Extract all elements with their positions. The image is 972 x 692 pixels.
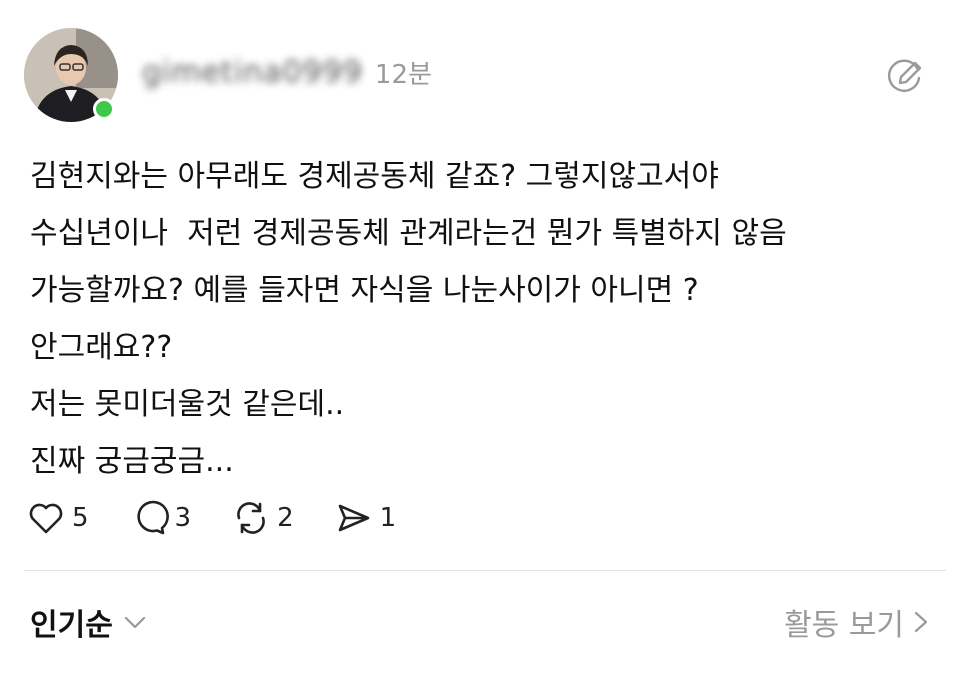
- activity-label: 활동 보기: [784, 608, 904, 643]
- post-text-line: 저는 못미더울것 같은데..: [30, 387, 345, 422]
- repost-icon: [237, 502, 265, 534]
- post-body: 김현지와는 아무래도 경제공동체 같죠? 그렇지않고서야 수십년이나 저런 경제…: [30, 148, 950, 490]
- repost-count: 2: [277, 503, 294, 533]
- share-count: 1: [379, 503, 397, 533]
- view-activity-link[interactable]: 활동 보기: [784, 600, 932, 644]
- comment-count: 3: [174, 503, 192, 533]
- repost-button[interactable]: 2: [231, 498, 294, 538]
- like-count: 5: [72, 503, 89, 533]
- edit-icon[interactable]: [884, 56, 924, 96]
- sort-dropdown[interactable]: 인기순: [30, 600, 149, 644]
- username[interactable]: gimetina0999: [142, 55, 363, 90]
- chevron-down-icon: [124, 616, 145, 629]
- post-text-line: 가능할까요? 예를 들자면 자식을 나눈사이가 아니면 ?: [30, 273, 699, 308]
- speech-bubble-icon: [136, 500, 169, 535]
- thread-post: gimetina0999 12분 김현지와는 아무래도 경제공동체 같죠? 그렇…: [0, 0, 972, 692]
- post-time: 12분: [374, 59, 432, 90]
- like-button[interactable]: 5: [26, 498, 89, 538]
- post-text-line: 진짜 궁금궁금...: [30, 444, 234, 479]
- post-text-line: 안그래요??: [30, 330, 173, 365]
- share-button[interactable]: 1: [334, 498, 397, 538]
- post-header: gimetina0999 12분: [142, 52, 432, 92]
- divider: [24, 570, 946, 571]
- post-actions: 5 3 2 1: [26, 496, 436, 540]
- comment-button[interactable]: 3: [129, 498, 192, 538]
- post-text-line: 김현지와는 아무래도 경제공동체 같죠? 그렇지않고서야: [30, 159, 719, 194]
- online-status-dot: [93, 98, 115, 120]
- heart-icon: [29, 503, 63, 534]
- sort-label: 인기순: [30, 608, 113, 643]
- post-text-line: 수십년이나 저런 경제공동체 관계라는건 뭔가 특별하지 않음: [30, 216, 787, 251]
- chevron-right-icon: [914, 611, 928, 633]
- send-icon: [338, 504, 369, 532]
